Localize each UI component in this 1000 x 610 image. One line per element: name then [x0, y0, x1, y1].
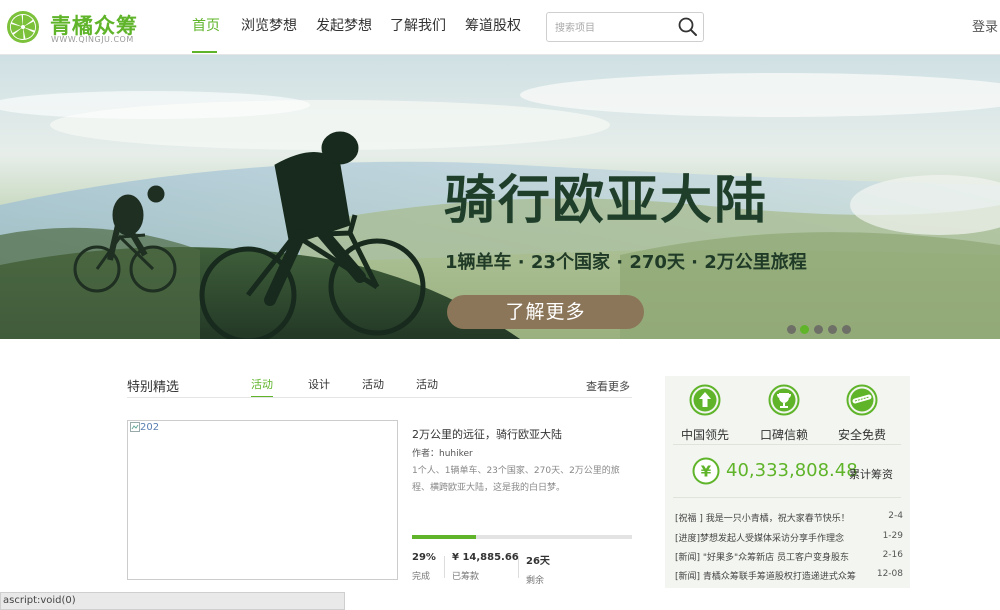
- stat-completion-value: 29%: [412, 552, 436, 563]
- news-title: [新闻] 青橘众筹联手筹道股权打造递进式众筹: [675, 572, 856, 582]
- arrow-up-icon: [689, 384, 721, 416]
- news-date: 1-29: [882, 531, 903, 541]
- featured-divider: [127, 397, 632, 398]
- slider-dot-5[interactable]: [842, 325, 851, 334]
- login-link[interactable]: 登录: [972, 16, 998, 35]
- news-item[interactable]: [新闻] 青橘众筹联手筹道股权打造递进式众筹 12-08: [675, 569, 903, 585]
- side-panel: 中国领先 口碑信赖 安全免费 ¥ 40,333,808.48 累计筹资 [祝福 …: [665, 376, 910, 588]
- project-title[interactable]: 2万公里的远征，骑行欧亚大陆: [412, 426, 562, 442]
- feature-label: 安全免费: [837, 428, 886, 442]
- project-author: 作者：huhiker: [412, 449, 473, 459]
- slider-dot-4[interactable]: [828, 325, 837, 334]
- nav-item-home[interactable]: 首页: [192, 0, 220, 53]
- stat-remaining-value: 26天: [526, 556, 550, 567]
- project-description: 1个人、1辆单车、23个国家、270天、2万公里的旅程、横跨欧亚大陆，这是我的白…: [412, 466, 620, 493]
- stat-separator: [518, 556, 519, 578]
- feature-reputation: 口碑信赖: [749, 384, 819, 443]
- project-image-alt-text: 202: [140, 422, 160, 433]
- yen-icon: ¥: [692, 457, 720, 485]
- slider-dot-1[interactable]: [787, 325, 796, 334]
- svg-text:¥: ¥: [701, 463, 712, 481]
- slider-dot-3[interactable]: [814, 325, 823, 334]
- side-divider: [673, 444, 901, 445]
- tab-activity-2[interactable]: 活动: [362, 376, 384, 396]
- nav-item-equity[interactable]: 筹道股权: [465, 0, 521, 53]
- stat-remaining-label: 剩余: [526, 576, 545, 586]
- feature-safe-free: 安全免费: [827, 384, 897, 443]
- learn-more-button[interactable]: 了解更多: [447, 295, 644, 329]
- stat-separator: [444, 556, 445, 578]
- site-header: 青橘众筹 WWW.QINGJU.COM 首页 浏览梦想 发起梦想 了解我们 筹道…: [0, 0, 1000, 55]
- side-divider: [673, 497, 901, 498]
- tab-activity-3[interactable]: 活动: [416, 376, 438, 396]
- browser-status-bar: ascript:void(0): [0, 592, 345, 610]
- slider-dot-2[interactable]: [800, 325, 809, 334]
- total-raised-amount: 40,333,808.48: [726, 460, 858, 481]
- banner-title: 骑行欧亚大陆: [444, 171, 769, 231]
- news-title: [新闻] "好果多"众筹新店 员工客户变身股东: [675, 553, 850, 563]
- stat-completion: 29% 完成: [412, 552, 436, 582]
- featured-title: 特别精选: [127, 380, 180, 395]
- news-title: [进度]梦想发起人受媒体采访分享手作理念: [675, 534, 845, 544]
- tab-activity-1[interactable]: 活动: [251, 376, 273, 398]
- nav-item-browse-dreams[interactable]: 浏览梦想: [241, 0, 297, 53]
- news-date: 2-4: [888, 511, 903, 521]
- search-input[interactable]: [553, 17, 675, 39]
- project-progress-fill: [412, 535, 476, 539]
- hero-banner[interactable]: 骑行欧亚大陆 1辆单车 · 23个国家 · 270天 · 2万公里旅程 了解更多: [0, 55, 1000, 339]
- feature-china-leading: 中国领先: [670, 384, 740, 443]
- news-item[interactable]: [祝福 ] 我是一只小青橘，祝大家春节快乐！ 2-4: [675, 511, 903, 527]
- brand-url: WWW.QINGJU.COM: [51, 35, 134, 44]
- feature-label: 中国领先: [680, 428, 729, 442]
- stat-remaining: 26天 剩余: [526, 552, 550, 586]
- nav-item-start-dream[interactable]: 发起梦想: [316, 0, 372, 53]
- site-logo[interactable]: 青橘众筹 WWW.QINGJU.COM: [6, 8, 146, 48]
- broken-image-icon: [130, 422, 140, 432]
- search-box: [546, 12, 704, 42]
- view-more-link[interactable]: 查看更多: [586, 378, 630, 394]
- stat-completion-label: 完成: [412, 572, 431, 582]
- nav-item-about-us[interactable]: 了解我们: [390, 0, 446, 53]
- stat-raised-value: ¥ 14,885.66: [452, 552, 519, 563]
- news-item[interactable]: [新闻] "好果多"众筹新店 员工客户变身股东 2-16: [675, 550, 903, 566]
- project-progress-bar: [412, 535, 632, 539]
- free-badge-icon: [846, 384, 878, 416]
- news-item[interactable]: [进度]梦想发起人受媒体采访分享手作理念 1-29: [675, 531, 903, 547]
- banner-subtitle: 1辆单车 · 23个国家 · 270天 · 2万公里旅程: [445, 252, 807, 273]
- news-date: 2-16: [882, 550, 903, 560]
- stat-raised: ¥ 14,885.66 已筹款: [452, 552, 519, 582]
- tab-design[interactable]: 设计: [308, 376, 330, 396]
- trophy-icon: [768, 384, 800, 416]
- project-image-alt: 202: [130, 422, 159, 433]
- total-raised-label: 累计筹资: [849, 468, 893, 481]
- project-image[interactable]: 202: [127, 420, 398, 580]
- stat-raised-label: 已筹款: [452, 572, 480, 582]
- news-title: [祝福 ] 我是一只小青橘，祝大家春节快乐！: [675, 514, 850, 524]
- orange-slice-logo-icon: [7, 11, 39, 43]
- feature-label: 口碑信赖: [759, 428, 808, 442]
- news-date: 12-08: [876, 569, 903, 579]
- search-icon[interactable]: [677, 16, 699, 38]
